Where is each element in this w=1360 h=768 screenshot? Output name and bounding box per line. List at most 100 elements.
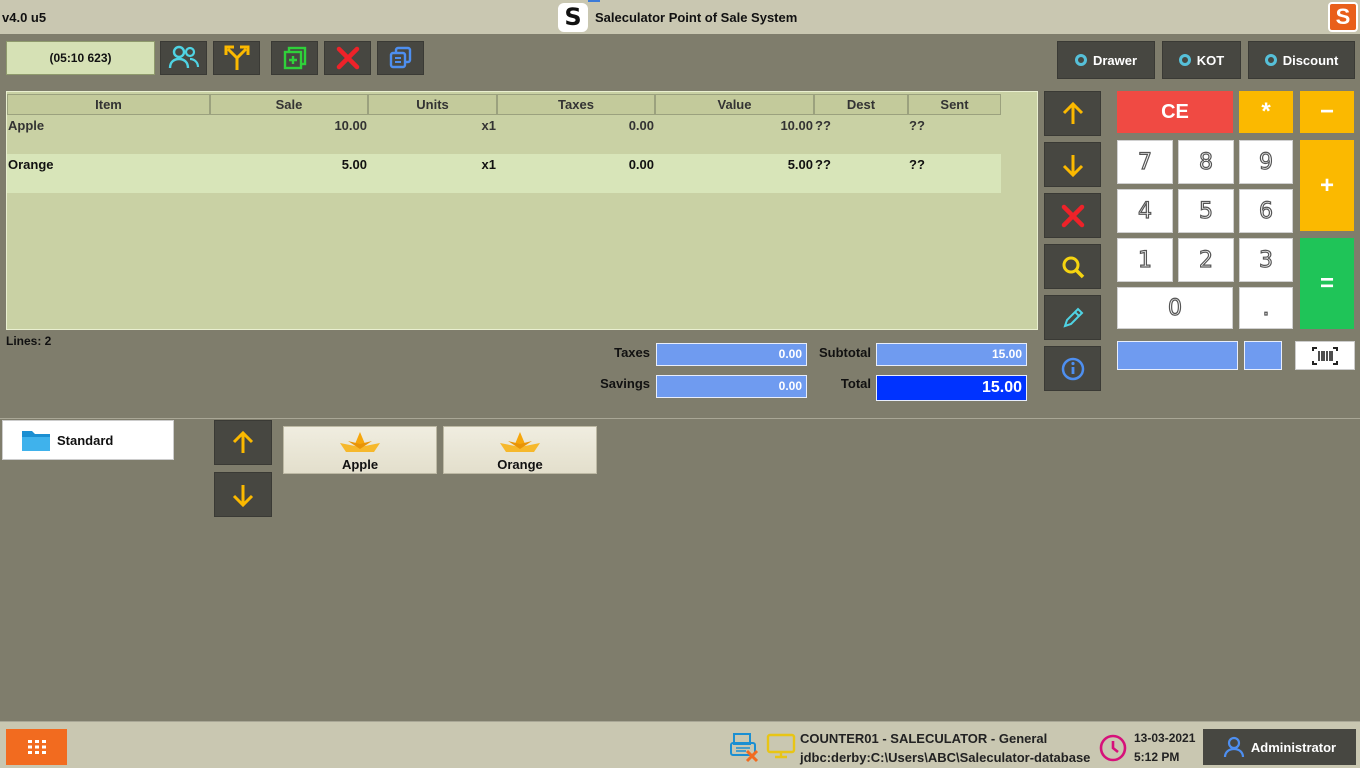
column-header-sent[interactable]: Sent: [908, 94, 1001, 115]
clock-icon: [1098, 733, 1128, 766]
key-6[interactable]: 6: [1239, 189, 1293, 233]
cell-taxes: 0.00: [628, 157, 654, 172]
cell-units: x1: [481, 157, 496, 172]
barcode-icon: [1312, 346, 1338, 365]
split-ticket-button[interactable]: [213, 41, 260, 75]
discount-button[interactable]: Discount: [1248, 41, 1355, 79]
product-catalog-panel: [0, 418, 1360, 722]
info-button[interactable]: [1044, 346, 1101, 391]
total-label: Total: [840, 376, 871, 391]
key-decimal[interactable]: .: [1239, 287, 1293, 329]
main-menu-button[interactable]: [6, 729, 67, 765]
user-icon: [1223, 736, 1244, 758]
product-star-icon: [500, 432, 540, 452]
key-1[interactable]: 1: [1117, 238, 1173, 282]
radio-icon: [1264, 54, 1277, 66]
key-7[interactable]: 7: [1117, 140, 1173, 184]
info-icon: [1061, 357, 1084, 380]
column-header-dest[interactable]: Dest: [814, 94, 908, 115]
table-row-selected[interactable]: Orange 5.00 x1 0.00 5.00 ?? ??: [7, 154, 1001, 193]
key-0[interactable]: 0: [1117, 287, 1233, 329]
new-ticket-button[interactable]: [271, 41, 318, 75]
grand-total-field: 15.00: [876, 375, 1027, 401]
taxes-label: Taxes: [614, 345, 650, 360]
key-5[interactable]: 5: [1178, 189, 1234, 233]
column-header-taxes[interactable]: Taxes: [497, 94, 655, 115]
add-ticket-icon: [283, 46, 306, 70]
close-icon: [1061, 204, 1084, 227]
key-4[interactable]: 4: [1117, 189, 1173, 233]
edit-line-button[interactable]: [1044, 295, 1101, 340]
move-up-button[interactable]: [1044, 91, 1101, 136]
key-9[interactable]: 9: [1239, 140, 1293, 184]
subtotal-field: 15.00: [876, 343, 1027, 366]
barcode-button[interactable]: [1295, 341, 1355, 370]
column-header-sale[interactable]: Sale: [210, 94, 368, 115]
radio-icon: [1074, 54, 1087, 66]
customers-button[interactable]: [160, 41, 207, 75]
arrow-up-icon: [232, 430, 254, 453]
arrow-down-icon: [1062, 154, 1083, 177]
keypad-multiplier-field[interactable]: [1244, 341, 1282, 370]
title-accent-line: [588, 0, 600, 2]
cell-value: 5.00: [787, 157, 813, 172]
subtotal-label: Subtotal: [819, 345, 871, 360]
key-2[interactable]: 2: [1178, 238, 1234, 282]
arrow-up-icon: [1062, 101, 1083, 124]
drawer-button[interactable]: Drawer: [1057, 41, 1155, 79]
corner-logo-icon: S: [1328, 2, 1358, 32]
printer-offline-icon[interactable]: [729, 731, 761, 766]
users-icon: [168, 45, 199, 69]
product-label: Orange: [497, 457, 543, 472]
line-count: Lines: 2: [6, 334, 52, 348]
category-down-button[interactable]: [214, 472, 272, 517]
close-icon: [336, 46, 359, 70]
delete-line-button[interactable]: [1044, 193, 1101, 238]
folder-icon: [22, 431, 50, 451]
pencil-icon: [1062, 307, 1083, 328]
multiply-button[interactable]: *: [1239, 91, 1293, 133]
list-tickets-button[interactable]: [377, 41, 424, 75]
monitor-icon: [766, 733, 796, 762]
cell-item: Orange: [8, 157, 54, 172]
cell-sale: 10.00: [334, 118, 367, 133]
ticket-lines-table[interactable]: Item Sale Units Taxes Value Dest Sent Ap…: [6, 91, 1038, 330]
category-label: Standard: [57, 432, 114, 448]
current-time: 5:12 PM: [1134, 750, 1180, 764]
column-header-item[interactable]: Item: [7, 94, 210, 115]
plus-button[interactable]: +: [1300, 140, 1354, 231]
keypad-entry-field[interactable]: [1117, 341, 1238, 370]
product-button-apple[interactable]: Apple: [283, 426, 437, 474]
app-logo: S: [558, 3, 588, 32]
move-down-button[interactable]: [1044, 142, 1101, 187]
cell-sent: ??: [909, 157, 925, 172]
minus-button[interactable]: −: [1300, 91, 1354, 133]
product-button-orange[interactable]: Orange: [443, 426, 597, 474]
current-date: 13-03-2021: [1134, 731, 1196, 745]
discount-label: Discount: [1282, 52, 1339, 68]
column-header-value[interactable]: Value: [655, 94, 814, 115]
clear-entry-button[interactable]: CE: [1117, 91, 1233, 133]
cell-dest: ??: [815, 157, 831, 172]
database-connection: jdbc:derby:C:\Users\ABC\Saleculator-data…: [800, 750, 1091, 765]
search-product-button[interactable]: [1044, 244, 1101, 289]
key-8[interactable]: 8: [1178, 140, 1234, 184]
grid-menu-icon: [27, 740, 46, 754]
equals-button[interactable]: =: [1300, 238, 1354, 329]
drawer-label: Drawer: [1092, 52, 1138, 68]
product-label: Apple: [341, 457, 379, 472]
arrow-down-icon: [232, 484, 254, 507]
column-header-units[interactable]: Units: [368, 94, 497, 115]
cell-sale: 5.00: [341, 157, 367, 172]
delete-ticket-button[interactable]: [324, 41, 371, 75]
category-item-standard[interactable]: Standard: [2, 420, 174, 460]
cell-value: 10.00: [780, 118, 813, 133]
table-row[interactable]: Apple 10.00 x1 0.00 10.00 ?? ??: [7, 115, 1001, 154]
user-account-button[interactable]: Administrator: [1203, 729, 1356, 765]
cell-sent: ??: [909, 118, 925, 133]
category-up-button[interactable]: [214, 420, 272, 465]
savings-label: Savings: [600, 376, 650, 391]
ticket-id-field[interactable]: (05:10 623): [6, 41, 155, 75]
kot-button[interactable]: KOT: [1162, 41, 1241, 79]
key-3[interactable]: 3: [1239, 238, 1293, 282]
